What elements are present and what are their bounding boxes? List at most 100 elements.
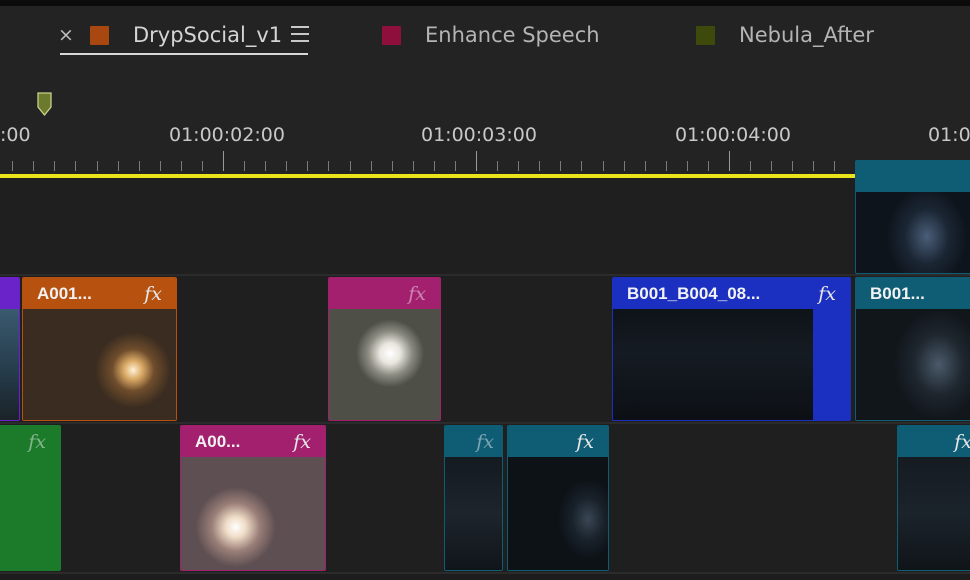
clip-name: A001... — [37, 283, 92, 303]
track-v3[interactable] — [0, 178, 970, 274]
clip-header: B001... — [856, 278, 970, 309]
clip-header: fx — [329, 278, 440, 309]
ruler-minor-tick — [265, 161, 266, 171]
sequence-tab-bar: × DrypSocial_v1 Enhance Speech Nebula_Af… — [0, 0, 970, 70]
ruler-minor-tick — [708, 161, 709, 171]
ruler-minor-tick — [497, 161, 498, 171]
time-ruler[interactable] — [0, 70, 970, 174]
clip-thumbnail — [856, 309, 970, 420]
ruler-major-tick — [729, 151, 730, 171]
fx-badge-icon[interactable]: fx — [818, 283, 836, 305]
clip-header — [856, 161, 970, 192]
ruler-timecode: 01:0 — [928, 124, 970, 146]
panel-top-border — [0, 0, 970, 6]
active-tab-underline — [60, 53, 308, 55]
fx-badge-icon[interactable]: fx — [144, 283, 162, 305]
clip-v1-teal[interactable]: fx — [507, 425, 609, 571]
ruler-minor-tick — [834, 161, 835, 171]
ruler-minor-tick — [645, 161, 646, 171]
clip-v1-teal-small[interactable]: fx — [444, 425, 503, 571]
ruler-minor-tick — [350, 161, 351, 171]
clip-header: B001_B004_08... fx — [613, 278, 850, 309]
ruler-minor-tick — [539, 161, 540, 171]
ruler-minor-tick — [750, 161, 751, 171]
ruler-minor-tick — [12, 161, 13, 171]
clip-thumbnail — [23, 309, 176, 420]
fx-badge-icon[interactable]: fx — [408, 283, 426, 305]
ruler-minor-tick — [54, 161, 55, 171]
ruler-minor-tick — [286, 161, 287, 171]
ruler-minor-tick — [666, 161, 667, 171]
ruler-minor-tick — [813, 161, 814, 171]
ruler-minor-tick — [244, 161, 245, 171]
ruler-minor-tick — [33, 161, 34, 171]
clip-name: B001... — [870, 283, 925, 303]
tab-label: DrypSocial_v1 — [133, 23, 283, 47]
ruler-minor-tick — [413, 161, 414, 171]
ruler-minor-tick — [687, 161, 688, 171]
ruler-minor-tick — [307, 161, 308, 171]
clip-v2-purple[interactable] — [0, 277, 20, 421]
clip-thumbnail — [445, 457, 502, 570]
ruler-major-tick — [223, 151, 224, 171]
sequence-marker-icon[interactable] — [37, 92, 52, 116]
ruler-minor-tick — [181, 161, 182, 171]
ruler-minor-tick — [624, 161, 625, 171]
clip-v1-a00[interactable]: A00... fx — [180, 425, 326, 571]
ruler-minor-tick — [455, 161, 456, 171]
tab-color-swatch — [382, 25, 401, 45]
track-divider — [0, 572, 970, 574]
ruler-minor-tick — [518, 161, 519, 171]
close-tab-icon[interactable]: × — [58, 24, 74, 46]
ruler-timecode: 01:00:04:00 — [675, 124, 791, 146]
ruler-timecode: :00 — [0, 124, 31, 146]
ruler-minor-tick — [118, 161, 119, 171]
ruler-minor-tick — [581, 161, 582, 171]
clip-thumbnail — [508, 457, 608, 570]
tab-label: Nebula_After — [739, 23, 874, 47]
clip-v3-teal[interactable] — [855, 160, 970, 274]
ruler-minor-tick — [97, 161, 98, 171]
clip-header: A00... fx — [181, 426, 325, 457]
ruler-minor-tick — [560, 161, 561, 171]
ruler-timecode: 01:00:03:00 — [421, 124, 537, 146]
clip-v2-magenta[interactable]: fx — [328, 277, 441, 421]
ruler-minor-tick — [328, 161, 329, 171]
clip-header: fx — [898, 426, 970, 457]
ruler-major-tick — [476, 151, 477, 171]
ruler-minor-tick — [792, 161, 793, 171]
ruler-minor-tick — [160, 161, 161, 171]
clip-thumbnail — [0, 309, 19, 420]
clip-name: B001_B004_08... — [627, 283, 761, 303]
clip-thumbnail — [329, 309, 440, 420]
clip-v2-b001[interactable]: B001... — [855, 277, 970, 421]
clip-header: fx — [0, 426, 60, 457]
tab-color-swatch — [90, 25, 109, 45]
ruler-minor-tick — [202, 161, 203, 171]
clip-v1-teal-right[interactable]: fx — [897, 425, 970, 571]
fx-badge-icon[interactable]: fx — [954, 431, 970, 453]
ruler-minor-tick — [434, 161, 435, 171]
clip-header — [0, 278, 19, 309]
ruler-minor-tick — [75, 161, 76, 171]
tab-label: Enhance Speech — [425, 23, 600, 47]
ruler-minor-tick — [371, 161, 372, 171]
tab-nebula-after[interactable]: Nebula_After — [696, 20, 874, 50]
fx-badge-icon[interactable]: fx — [476, 431, 494, 453]
fx-badge-icon[interactable]: fx — [293, 431, 311, 453]
fx-badge-icon[interactable]: fx — [576, 431, 594, 453]
clip-thumbnail — [856, 192, 970, 273]
clip-thumbnail — [181, 457, 325, 570]
ruler-minor-tick — [603, 161, 604, 171]
clip-v2-a001[interactable]: A001... fx — [22, 277, 177, 421]
hamburger-menu-icon[interactable] — [291, 26, 309, 42]
fx-badge-icon[interactable]: fx — [28, 431, 46, 453]
clip-v1-green[interactable]: fx — [0, 425, 61, 571]
tab-enhance-speech[interactable]: Enhance Speech — [382, 20, 600, 50]
ruler-minor-tick — [771, 161, 772, 171]
clip-v2-b001-b004[interactable]: B001_B004_08... fx — [612, 277, 851, 421]
clip-header: fx — [508, 426, 608, 457]
clip-header: fx — [445, 426, 502, 457]
tab-color-swatch — [696, 25, 715, 45]
tab-drypsocial-v1[interactable]: DrypSocial_v1 — [90, 20, 282, 50]
